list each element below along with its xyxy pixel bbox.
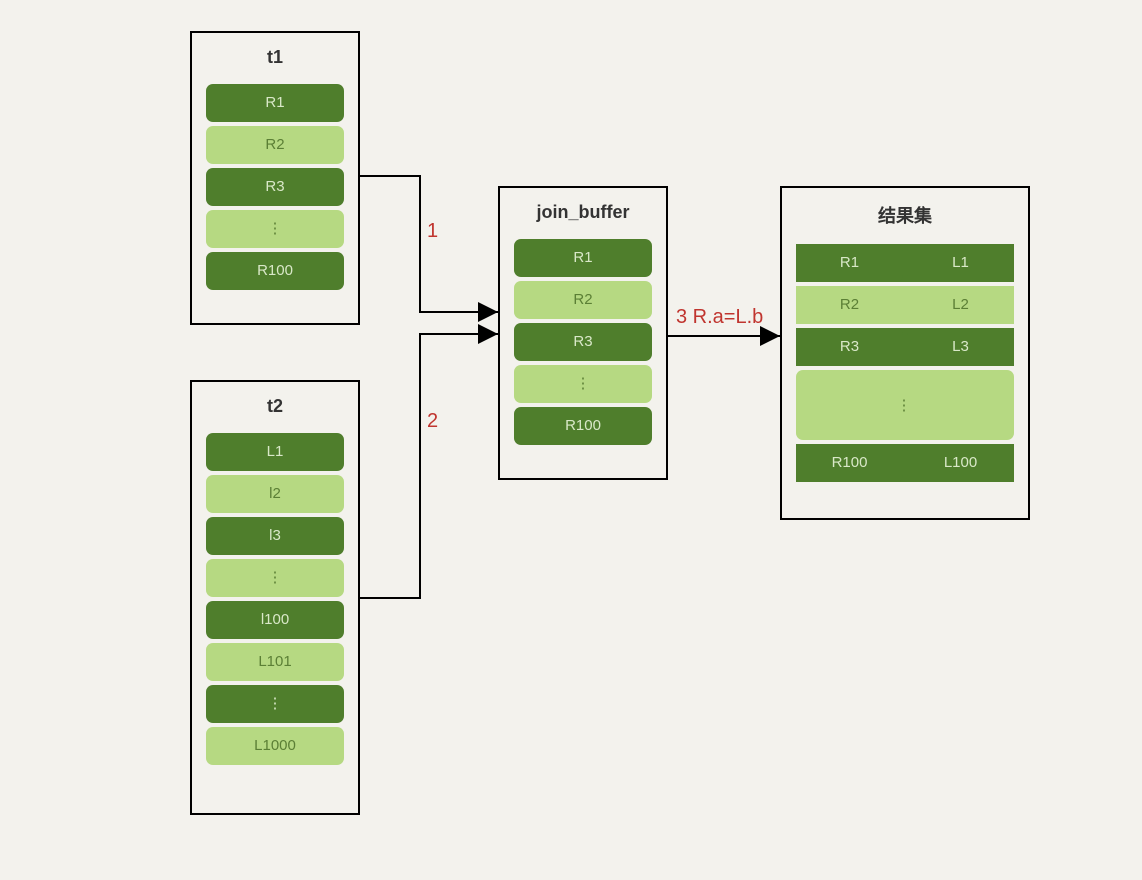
box-t1: t1 R1 R2 R3 ⋮ R100 (190, 31, 360, 325)
t2-row: l100 (206, 601, 344, 639)
box-t1-title: t1 (200, 47, 350, 68)
result-row: R2 L2 (796, 286, 1014, 324)
t2-row: L101 (206, 643, 344, 681)
jb-row: R2 (514, 281, 652, 319)
edge-3-label: 3 R.a=L.b (676, 306, 763, 329)
box-t2-title: t2 (200, 396, 350, 417)
result-row-ellipsis: ⋮ (796, 370, 1014, 440)
result-cell-left: R1 (796, 244, 903, 282)
result-row: R100 L100 (796, 444, 1014, 482)
t2-row: ⋮ (206, 559, 344, 597)
result-cell-right: L1 (907, 244, 1014, 282)
t2-row: l3 (206, 517, 344, 555)
jb-row: R100 (514, 407, 652, 445)
t1-row: R1 (206, 84, 344, 122)
box-join-buffer: join_buffer R1 R2 R3 ⋮ R100 (498, 186, 668, 480)
edge-1-label: 1 (427, 220, 438, 243)
box-result-title: 结果集 (790, 202, 1020, 228)
result-cell-right: L100 (907, 444, 1014, 482)
box-join-buffer-title: join_buffer (508, 202, 658, 223)
t2-row: l2 (206, 475, 344, 513)
diagram-stage: t1 R1 R2 R3 ⋮ R100 t2 L1 l2 l3 ⋮ l100 L1… (0, 0, 1142, 880)
t1-row: R2 (206, 126, 344, 164)
result-cell-right: L2 (907, 286, 1014, 324)
box-t2: t2 L1 l2 l3 ⋮ l100 L101 ⋮ L1000 (190, 380, 360, 815)
result-row: R1 L1 (796, 244, 1014, 282)
t2-row: L1 (206, 433, 344, 471)
box-result: 结果集 R1 L1 R2 L2 R3 L3 ⋮ R100 L100 (780, 186, 1030, 520)
jb-row: R3 (514, 323, 652, 361)
t1-row: R3 (206, 168, 344, 206)
t2-row: L1000 (206, 727, 344, 765)
jb-row: R1 (514, 239, 652, 277)
t2-row: ⋮ (206, 685, 344, 723)
t1-row: R100 (206, 252, 344, 290)
jb-row: ⋮ (514, 365, 652, 403)
edge-1 (360, 176, 498, 312)
result-cell-left: R3 (796, 328, 903, 366)
t1-row: ⋮ (206, 210, 344, 248)
edge-2-label: 2 (427, 410, 438, 433)
result-cell-right: L3 (907, 328, 1014, 366)
edge-2 (360, 334, 498, 598)
result-cell-left: R2 (796, 286, 903, 324)
result-cell-left: R100 (796, 444, 903, 482)
result-row: R3 L3 (796, 328, 1014, 366)
